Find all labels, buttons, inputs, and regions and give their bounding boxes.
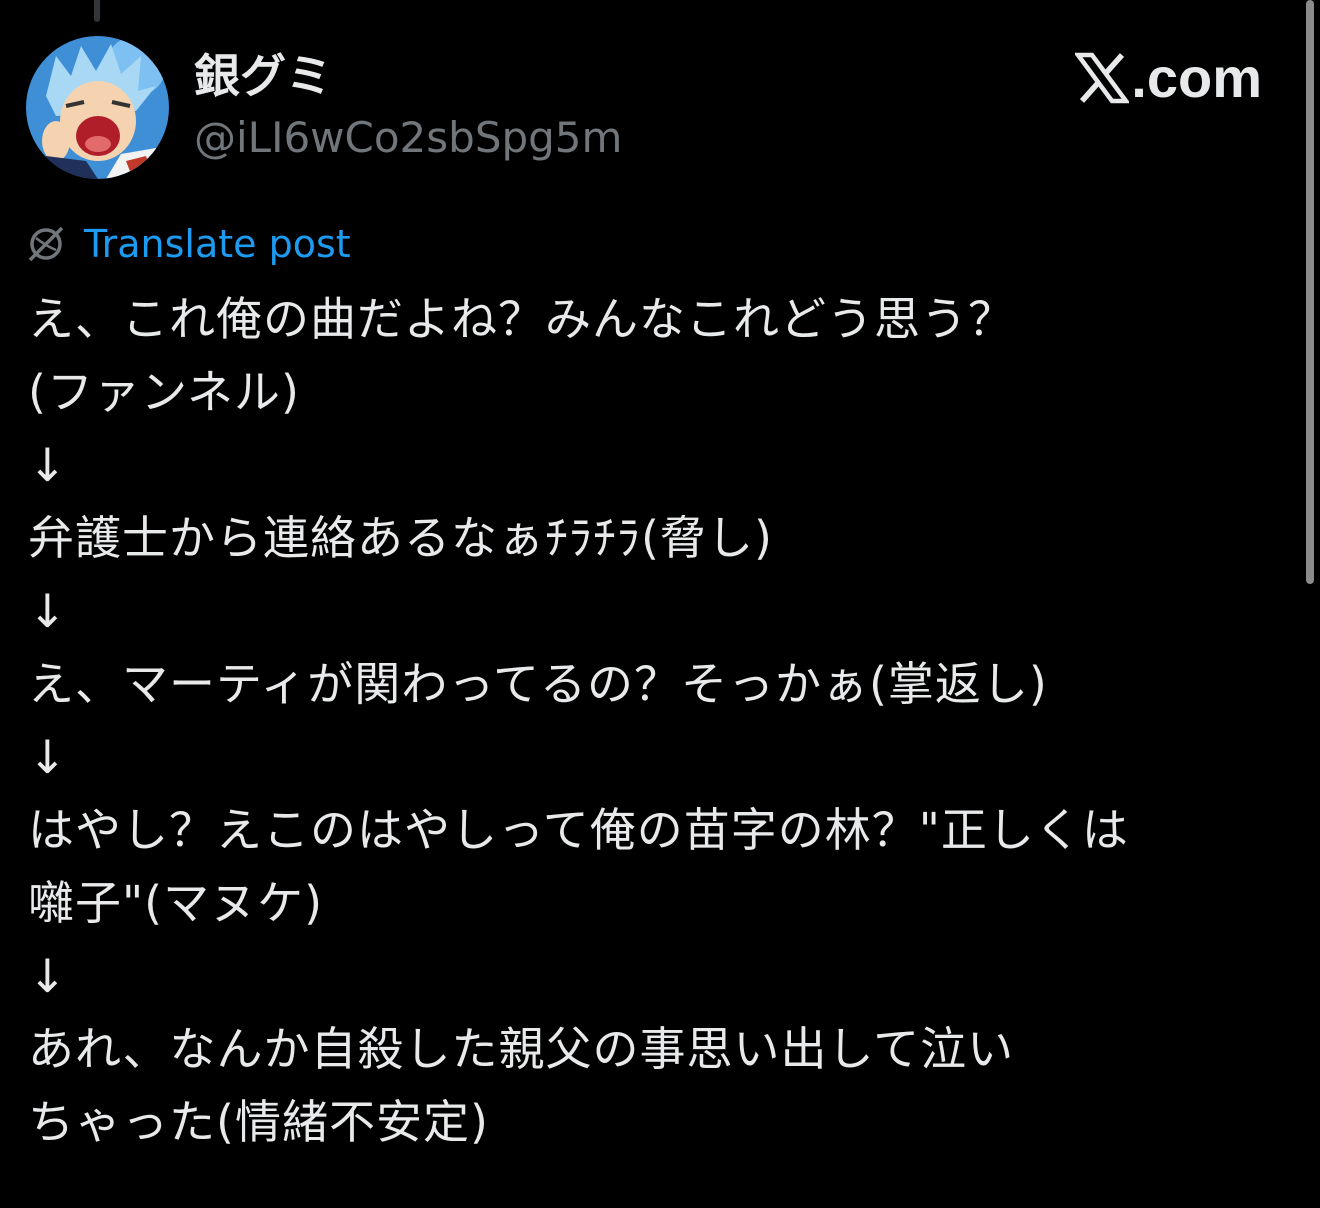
brand-text: .com bbox=[1131, 46, 1262, 109]
translate-post-label[interactable]: Translate post bbox=[84, 219, 351, 269]
avatar[interactable] bbox=[26, 36, 169, 179]
post-text-line: え、マーティが関わってるの？そっかぁ(掌返し) bbox=[28, 657, 1048, 711]
avatar-anime-character-icon bbox=[26, 36, 169, 179]
translate-post-link[interactable]: Translate post bbox=[26, 218, 351, 270]
scrollbar[interactable] bbox=[1306, 0, 1314, 584]
post-text-line: 囃子"(マヌケ) bbox=[28, 876, 324, 930]
post-text-line: (ファンネル) bbox=[28, 365, 300, 419]
display-name[interactable]: 銀グミ bbox=[194, 48, 332, 104]
x-logo-icon bbox=[1075, 52, 1130, 104]
post-text-line: ↓ bbox=[28, 949, 68, 1003]
user-handle[interactable]: @iLI6wCo2sbSpg5m bbox=[194, 112, 622, 164]
post-text-line: ↓ bbox=[28, 438, 68, 492]
post-text-line: ↓ bbox=[28, 584, 68, 638]
post-text-line: あれ、なんか自殺した親父の事思い出して泣い bbox=[28, 1022, 1015, 1076]
post-text-line: え、これ俺の曲だよね？みんなこれどう思う？ bbox=[28, 292, 1015, 346]
post-text-line: はやし？えこのはやしって俺の苗字の林？"正しくは bbox=[28, 803, 1129, 857]
brand-watermark: .com bbox=[1075, 46, 1262, 110]
globe-icon bbox=[28, 226, 64, 262]
thread-connector-line bbox=[94, 0, 100, 22]
post-text-line: ↓ bbox=[28, 730, 68, 784]
post-text: え、これ俺の曲だよね？みんなこれどう思う？ (ファンネル) ↓ 弁護士から連絡あ… bbox=[28, 283, 1298, 1159]
post-text-line: ちゃった(情緒不安定) bbox=[28, 1095, 489, 1149]
post-text-line: 弁護士から連絡あるなぁﾁﾗﾁﾗ(脅し) bbox=[28, 511, 773, 565]
